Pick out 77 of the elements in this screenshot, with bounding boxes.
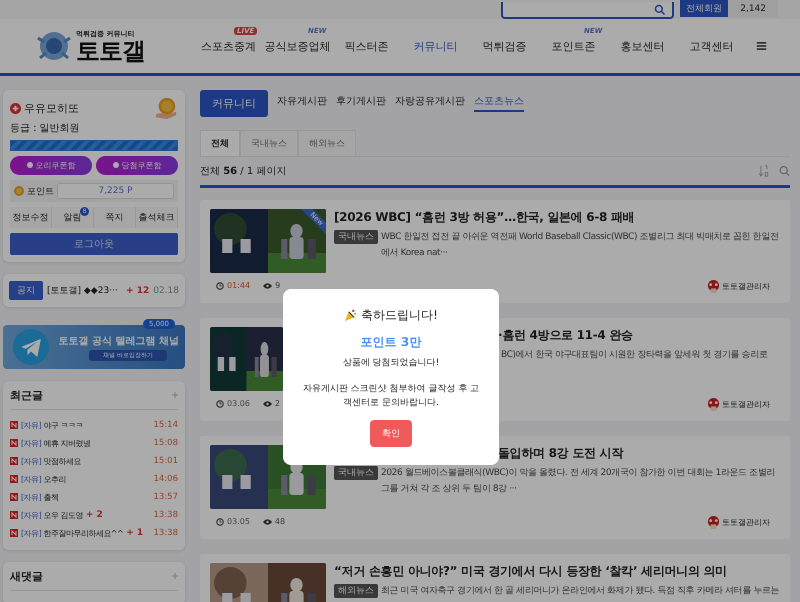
post-time: 14:06 xyxy=(154,474,178,484)
post-time: 01:44 xyxy=(227,281,250,290)
post-time: 13:38 xyxy=(154,528,178,538)
view-count: 2 xyxy=(274,399,280,408)
notice-date: 02.18 xyxy=(153,286,179,296)
article-title[interactable]: “저거 손흥민 아니야?” 미국 경기에서 다시 등장한 ‘찰칵’ 세리머니의 의미 xyxy=(334,563,780,580)
category-tag: 국내뉴스 xyxy=(334,230,378,244)
board-tab[interactable]: 자유게시판 xyxy=(277,94,327,112)
section-button[interactable]: 커뮤니티 xyxy=(200,90,268,116)
dialog-title: 축하드립니다! xyxy=(361,307,438,324)
category-tag: 국내뉴스 xyxy=(334,466,378,480)
post-link[interactable]: [자유] 오추리 xyxy=(21,474,66,484)
post-time: 03.06 xyxy=(227,399,250,408)
article-snippet: WBC 한일전 접전 끝 아쉬운 역전패 World Baseball Classic(WBC) 조별리그 최대 빅매치로 꼽힌 한일전에서 Korea nat··· xyxy=(381,231,780,260)
member-label: 전체회원 xyxy=(680,0,728,17)
view-count: 9 xyxy=(275,281,280,290)
nav-item[interactable]: 홍보센터 xyxy=(620,38,664,54)
post-time: 15:14 xyxy=(154,420,178,430)
post-link[interactable]: [자유] 야구 ㅋㅋㅋ xyxy=(21,420,83,430)
category-tag: 해외뉴스 xyxy=(334,584,378,598)
view-count: 48 xyxy=(274,517,286,526)
user-link[interactable]: 알림 xyxy=(64,211,82,224)
comment-count: + 1 xyxy=(126,528,144,538)
user-link[interactable]: 정보수정 xyxy=(12,211,48,224)
board-tab[interactable]: 후기게시판 xyxy=(336,94,386,112)
coupon-button[interactable]: 당첨쿠폰함 xyxy=(96,156,178,175)
nav-item[interactable]: 포인트존 xyxy=(552,38,596,54)
user-name: 우유모히또 xyxy=(24,100,80,116)
post-time: 13:57 xyxy=(154,492,178,502)
post-time: 13:38 xyxy=(154,510,178,520)
post-link[interactable]: [자유] 한주잘마무리하세요^^ xyxy=(21,528,124,538)
article-title[interactable]: [2026 WBC] “홈런 3방 허용”…한국, 일본에 6-8 패배 xyxy=(334,209,780,226)
nav-item[interactable]: 먹튀검증 xyxy=(482,38,526,54)
points-label: 포인트 xyxy=(27,186,54,198)
logo-name[interactable]: 토토갤 xyxy=(76,39,145,63)
post-link[interactable]: [자유] 오우 김도영 xyxy=(21,510,83,520)
dialog-message: 자유게시판 스크린샷 첨부하여 글작성 후 고객센터로 문의바랍니다. xyxy=(302,383,480,410)
post-time: 15:01 xyxy=(154,456,178,466)
nav-item[interactable]: 스포츠중계 xyxy=(201,38,256,54)
comment-count: + 12 xyxy=(126,286,150,296)
member-count: 2,142 xyxy=(728,0,778,17)
author-name: 토토갤관리자 xyxy=(722,517,770,528)
post-time: 15:08 xyxy=(154,438,178,448)
user-link[interactable]: 출석체크 xyxy=(138,211,174,224)
user-link[interactable]: 쪽지 xyxy=(106,211,124,224)
author-name: 토토갤관리자 xyxy=(722,281,770,292)
board-tab[interactable]: 자랑공유게시판 xyxy=(395,94,465,112)
author-name: 토토갤관리자 xyxy=(722,399,770,410)
coupon-button[interactable]: 오리쿠폰함 xyxy=(10,156,92,175)
notice-tag: 공지 xyxy=(9,281,43,300)
article-title[interactable]: ·홈런 4방으로 11-4 완승 xyxy=(498,327,780,344)
article-snippet: 최근 미국 여자축구 경기에서 한 골 세리머니가 온라인에서 화제가 됐다. 득점 직후 카메라 셔터를 누르는 xyxy=(381,585,780,598)
prize-text: 포인트 3만 xyxy=(360,334,422,351)
post-time: 03.05 xyxy=(227,517,250,526)
user-grade: 등급 : 일반회원 xyxy=(10,122,81,135)
post-count: 전체 56 / 1 페이지 xyxy=(200,165,288,178)
nav-item[interactable]: 커뮤니티 xyxy=(414,38,458,54)
nav-item[interactable]: 고객센터 xyxy=(690,38,734,54)
nav-item[interactable]: 픽스터존 xyxy=(344,38,388,54)
article-snippet: BC)에서 한국 야구대표팀이 시원한 장타력을 앞세워 첫 경기를 승리로 xyxy=(501,349,768,362)
section-title: 새댓글 xyxy=(10,568,43,584)
post-link[interactable]: [자유] 출첵 xyxy=(21,492,58,502)
notice-link[interactable]: [토토갤] ◆◆23··· xyxy=(47,284,122,297)
category-tab[interactable]: 해외뉴스 xyxy=(298,130,356,156)
banner-title: 토토갤 공식 텔레그램 채널 xyxy=(58,334,179,348)
nav-item[interactable]: 공식보증업체 xyxy=(264,38,330,54)
post-link[interactable]: [자유] 예휴 지버렸넹 xyxy=(21,438,90,448)
board-tab[interactable]: 스포츠뉴스 xyxy=(474,94,524,112)
comment-count: + 2 xyxy=(86,510,103,520)
post-link[interactable]: [자유] 맛점하세요 xyxy=(21,456,81,466)
category-tab[interactable]: 전체 xyxy=(200,130,240,156)
category-tab[interactable]: 국내뉴스 xyxy=(240,130,298,156)
article-title[interactable]: 돌입하며 8강 도전 시작 xyxy=(498,445,780,462)
section-title: 최근글 xyxy=(10,388,43,402)
points-value: 7,225 P xyxy=(57,183,174,199)
dialog-text: 상품에 당첨되었습니다! xyxy=(342,357,440,369)
article-snippet: 2026 월드베이스볼클래식(WBC)이 막을 올렸다. 전 세계 20개국이 참가한 이번 대회는 1라운드 조별리그를 거쳐 각 조 상위 두 팀이 8강 ··· xyxy=(381,467,776,496)
